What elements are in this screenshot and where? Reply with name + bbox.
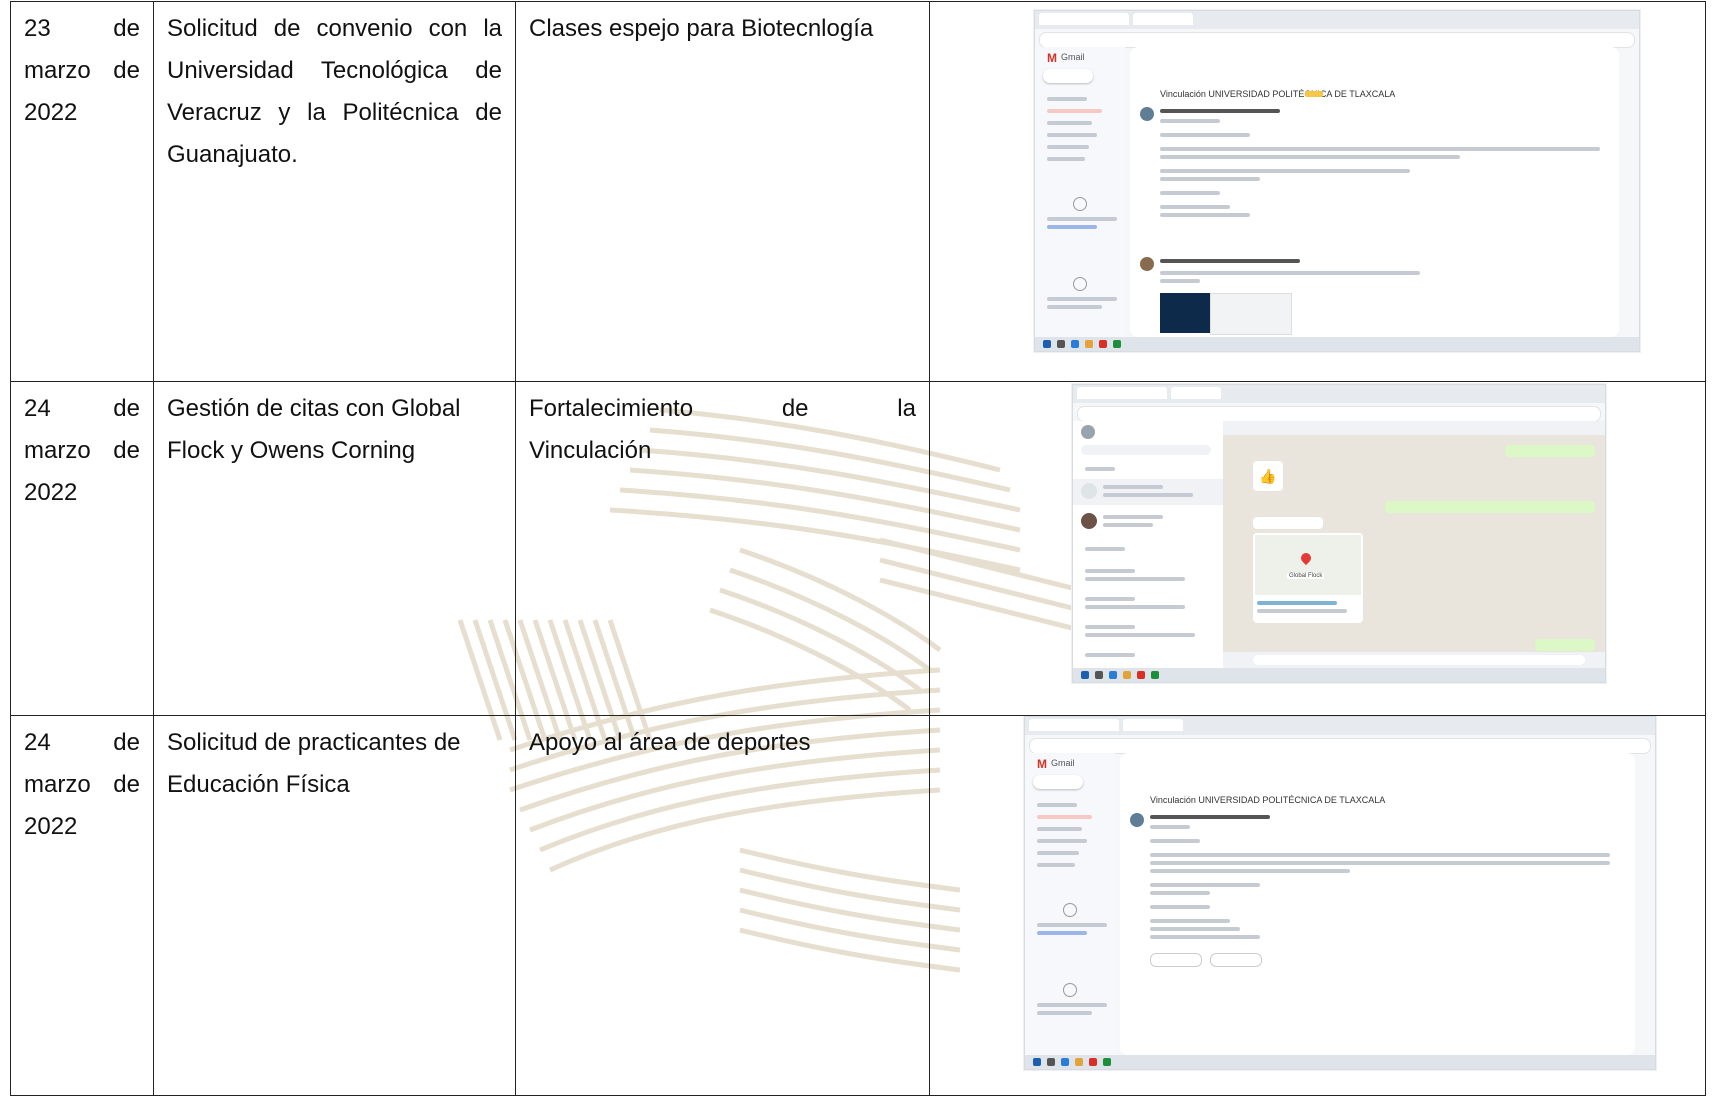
date-de: de xyxy=(113,15,140,42)
activity-cell: Solicitud de practicantes de Educación F… xyxy=(153,715,516,1096)
purpose-cell: Clases espejo para Biotecnlogía xyxy=(515,1,930,382)
purpose-word: Fortalecimiento xyxy=(529,395,694,422)
activity-text: Solicitud de practicantes de Educación F… xyxy=(167,729,461,798)
date-cell: 24 de marzo de 2022 xyxy=(10,715,154,1096)
date-year: 2022 xyxy=(24,99,78,126)
purpose-cell: Apoyo al área de deportes xyxy=(515,715,930,1096)
activity-text: Solicitud de convenio con la Universidad… xyxy=(167,15,502,168)
date-month: marzo xyxy=(24,437,91,464)
evidence-cell xyxy=(929,1,1706,382)
purpose-text: Apoyo al área de deportes xyxy=(529,729,811,756)
date-month: marzo xyxy=(24,57,91,84)
activity-text: Gestión de citas con Global Flock y Owen… xyxy=(167,395,461,464)
date-month: marzo xyxy=(24,771,91,798)
table-row: 24 de marzo de 2022 Gestión de citas con G… xyxy=(10,381,1706,716)
purpose-word: de xyxy=(781,395,809,422)
table-row: 23 de marzo de 2022 Solicitud de convenio … xyxy=(10,1,1706,382)
date-cell: 23 de marzo de 2022 xyxy=(10,1,154,382)
activity-table: 23 de marzo de 2022 Solicitud de convenio … xyxy=(10,1,1706,1096)
date-de: de xyxy=(113,729,140,756)
date-year: 2022 xyxy=(24,813,78,840)
purpose-cell: Fortalecimiento de la Vinculación xyxy=(515,381,930,716)
date-day: 24 xyxy=(24,729,51,756)
table-row: 24 de marzo de 2022 Solicitud de practican… xyxy=(10,715,1706,1096)
date-de: de xyxy=(113,57,140,84)
activity-cell: Gestión de citas con Global Flock y Owen… xyxy=(153,381,516,716)
purpose-text: Clases espejo para Biotecnlogía xyxy=(529,15,874,42)
evidence-cell xyxy=(929,381,1706,716)
date-de: de xyxy=(113,437,140,464)
date-de: de xyxy=(113,395,140,422)
date-de: de xyxy=(113,771,140,798)
evidence-cell xyxy=(929,715,1706,1096)
date-cell: 24 de marzo de 2022 xyxy=(10,381,154,716)
purpose-word: la xyxy=(897,395,916,422)
activity-cell: Solicitud de convenio con la Universidad… xyxy=(153,1,516,382)
purpose-word: Vinculación xyxy=(529,437,652,464)
date-day: 24 xyxy=(24,395,51,422)
date-day: 23 xyxy=(24,15,51,42)
date-year: 2022 xyxy=(24,479,78,506)
